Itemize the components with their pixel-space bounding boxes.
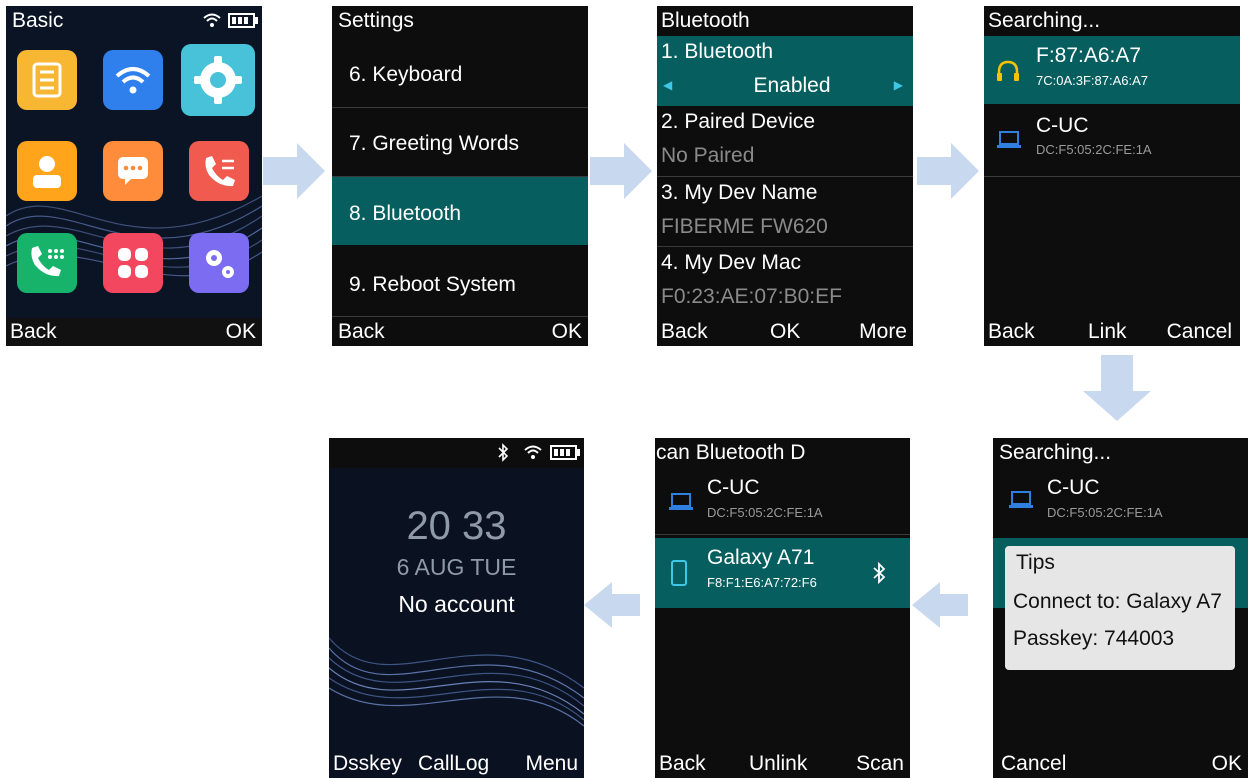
menu-item-keyboard[interactable]: 6. Keyboard (332, 42, 588, 108)
laptop-icon (997, 131, 1021, 148)
dsskey-softkey[interactable]: Dsskey (333, 750, 402, 778)
screen-title: Bluetooth (657, 6, 913, 36)
laptop-icon (669, 493, 693, 510)
device-name: Galaxy A71 (707, 546, 815, 569)
account-status: No account (398, 591, 515, 617)
battery-icon (550, 445, 580, 460)
screen-title: Searching... (993, 438, 1248, 468)
chevron-right-icon[interactable]: ▶ (894, 78, 903, 92)
bluetooth-connected-icon (873, 562, 886, 584)
back-softkey[interactable]: Back (10, 318, 57, 346)
arrow-right-1 (263, 143, 325, 199)
link-softkey[interactable]: Link (1088, 318, 1127, 346)
cancel-softkey[interactable]: Cancel (1167, 318, 1232, 346)
menu-item-greeting-words[interactable]: 7. Greeting Words (332, 108, 588, 177)
softkey-bar: Back OK (6, 318, 262, 346)
tips-passkey-text: Passkey: 744003 (1013, 627, 1175, 650)
laptop-icon (1009, 491, 1033, 508)
clock-time: 20 33 (406, 504, 507, 548)
softkey-bar: Back OK More (657, 318, 913, 346)
bluetooth-toggle-row[interactable]: 1. Bluetooth ◀ Enabled ▶ (657, 36, 913, 106)
device-name-row[interactable]: 3. My Dev Name FIBERME FW620 (657, 177, 913, 247)
messages-app-icon[interactable] (103, 141, 163, 201)
device-item-laptop[interactable]: C-UC DC:F5:05:2C:FE:1A (984, 104, 1240, 177)
device-mac: F8:F1:E6:A7:72:F6 (707, 575, 817, 590)
device-item-headphones[interactable]: F:87:A6:A7 7C:0A:3F:87:A6:A7 (984, 36, 1240, 104)
scan-softkey[interactable]: Scan (856, 750, 904, 778)
screen-title: can Bluetooth D (655, 438, 910, 468)
device-item-laptop[interactable]: C-UC DC:F5:05:2C:FE:1A (993, 470, 1248, 534)
screen-title: Searching... (984, 6, 1240, 36)
menu-item-reboot-system[interactable]: 9. Reboot System (332, 246, 588, 317)
wifi-status-icon (203, 13, 221, 27)
headphones-icon (997, 60, 1019, 81)
paired-device-row[interactable]: 2. Paired Device No Paired (657, 106, 913, 177)
softkey-bar: Cancel OK (993, 750, 1248, 778)
back-softkey[interactable]: Back (338, 318, 385, 346)
cancel-softkey[interactable]: Cancel (1001, 750, 1066, 778)
unlink-softkey[interactable]: Unlink (749, 750, 807, 778)
menu-item-bluetooth[interactable]: 8. Bluetooth (332, 177, 588, 245)
arrow-right-2 (590, 143, 652, 199)
arrow-left-2 (584, 582, 640, 628)
device-mac: DC:F5:05:2C:FE:1A (1047, 505, 1163, 520)
call-forward-app-icon[interactable] (189, 141, 249, 201)
device-item-phone[interactable]: Galaxy A71 F8:F1:E6:A7:72:F6 (655, 538, 910, 608)
tips-connect-text: Connect to: Galaxy A7 (1013, 590, 1222, 613)
ok-softkey[interactable]: OK (770, 318, 800, 346)
advanced-settings-icon[interactable] (189, 233, 249, 293)
wifi-status-icon (524, 445, 542, 459)
calllog-softkey[interactable]: CallLog (418, 750, 489, 778)
screen-title: Basic (12, 9, 64, 32)
device-name: C-UC (1036, 114, 1089, 137)
background-wave (329, 637, 584, 727)
device-item-laptop[interactable]: C-UC DC:F5:05:2C:FE:1A (655, 470, 910, 535)
notes-app-icon[interactable] (17, 50, 77, 110)
phone-screen-pairing-tips: Searching... C-UC DC:F5:05:2C:FE:1A Tips… (993, 438, 1248, 778)
phone-screen-searching: Searching... F:87:A6:A7 7C:0A:3F:87:A6:A… (984, 6, 1240, 346)
phone-icon (671, 560, 687, 586)
ok-softkey[interactable]: OK (552, 318, 582, 346)
back-softkey[interactable]: Back (988, 318, 1035, 346)
phone-screen-settings: Settings 6. Keyboard 7. Greeting Words 8… (332, 6, 588, 346)
phone-screen-home: Basic Back OK (6, 6, 262, 346)
device-mac: DC:F5:05:2C:FE:1A (1036, 142, 1152, 157)
menu-softkey[interactable]: Menu (525, 750, 578, 778)
device-name: F:87:A6:A7 (1036, 44, 1142, 67)
softkey-bar: Back OK (332, 318, 588, 346)
arrow-right-3 (917, 143, 979, 199)
screen-title: Settings (332, 6, 588, 36)
contacts-app-icon[interactable] (17, 141, 77, 201)
dialer-app-icon[interactable] (17, 233, 77, 293)
softkey-bar: Back Unlink Scan (655, 750, 910, 778)
device-mac-row[interactable]: 4. My Dev Mac F0:23:AE:07:B0:EF (657, 247, 913, 317)
battery-icon (228, 13, 258, 28)
device-name: C-UC (1047, 476, 1100, 499)
tips-title: Tips (1016, 551, 1055, 574)
bluetooth-value: Enabled (753, 74, 831, 97)
wifi-app-icon[interactable] (103, 50, 163, 110)
softkey-bar: Back Link Cancel (984, 318, 1240, 346)
bluetooth-status-icon (498, 443, 509, 462)
back-softkey[interactable]: Back (659, 750, 706, 778)
settings-gear-icon[interactable] (181, 44, 255, 116)
arrow-left-1 (912, 582, 968, 628)
tips-dialog: Tips Connect to: Galaxy A7 Passkey: 7440… (1005, 546, 1235, 670)
phone-screen-bluetooth: Bluetooth 1. Bluetooth ◀ Enabled ▶ 2. Pa… (657, 6, 913, 346)
softkey-bar: Dsskey CallLog Menu (329, 750, 584, 778)
bluetooth-label: 1. Bluetooth (661, 40, 774, 63)
more-softkey[interactable]: More (859, 318, 907, 346)
ok-softkey[interactable]: OK (1212, 750, 1242, 778)
phone-screen-scan-results: can Bluetooth D C-UC DC:F5:05:2C:FE:1A G… (655, 438, 910, 778)
device-mac: DC:F5:05:2C:FE:1A (707, 505, 823, 520)
status-bar (329, 438, 584, 468)
apps-grid-icon[interactable] (103, 233, 163, 293)
clock-date: 6 AUG TUE (396, 554, 517, 580)
device-name: C-UC (707, 476, 760, 499)
arrow-down (1083, 355, 1151, 421)
device-mac: 7C:0A:3F:87:A6:A7 (1036, 73, 1149, 88)
ok-softkey[interactable]: OK (226, 318, 256, 346)
phone-screen-idle: 20 33 6 AUG TUE No account Dsskey CallLo… (329, 438, 584, 778)
back-softkey[interactable]: Back (661, 318, 708, 346)
